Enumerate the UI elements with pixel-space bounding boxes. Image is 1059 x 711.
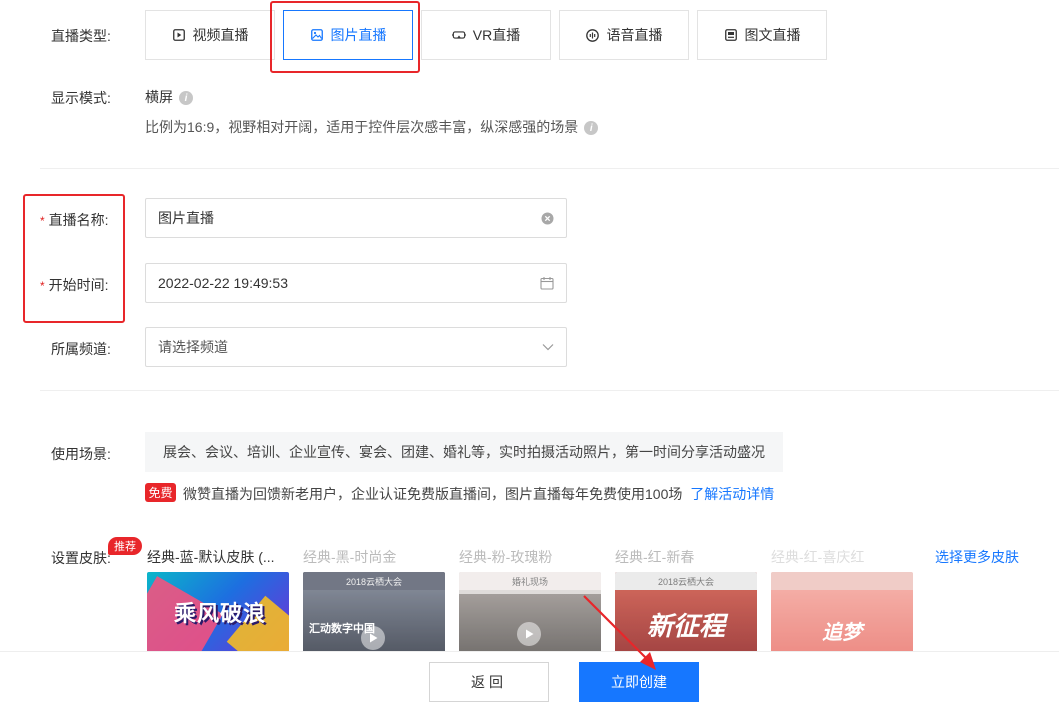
start-time-value: 2022-02-22 19:49:53 [158,275,288,291]
type-option-vr[interactable]: VR直播 [421,10,551,60]
display-mode-label: 显示模式: [51,90,111,106]
skin-title[interactable]: 经典-红-新春 [615,547,694,567]
highlight-box-required-fields [23,194,125,323]
vr-headset-icon [451,28,466,42]
display-mode-description: 比例为16:9，视野相对开阔，适用于控件层次感丰富，纵深感强的场景 [145,119,579,135]
annotation-arrow-icon [583,595,656,670]
calendar-icon[interactable] [540,276,554,290]
type-option-label: 视频直播 [192,27,249,43]
free-badge: 免费 [145,483,176,502]
more-skins-link[interactable]: 选择更多皮肤 [935,547,1019,567]
skin-thumb-text: 乘风破浪 [173,601,266,626]
skin-title[interactable]: 经典-黑-时尚金 [303,547,396,567]
promo-row: 微赞直播为回馈新老用户，企业认证免费版直播间，图片直播每年免费使用100场 了解… [183,484,774,504]
type-option-label: 图文直播 [744,27,801,43]
skin-thumb-header [771,572,913,590]
live-type-label: 直播类型: [51,28,111,44]
type-option-label: 语音直播 [606,27,663,43]
highlight-box-live-type [270,1,420,73]
skin-thumb-text: 追梦 [822,622,862,644]
scene-description: 展会、会议、培训、企业宣传、宴会、团建、婚礼等，实时拍摄活动照片，第一时间分享活… [145,432,783,472]
display-mode-description-row: 比例为16:9，视野相对开阔，适用于控件层次感丰富，纵深感强的场景 i [145,117,599,137]
skin-thumb-header: 2018云栖大会 [615,572,757,590]
section-divider [40,390,1059,391]
activity-details-link[interactable]: 了解活动详情 [690,486,774,502]
play-icon [361,626,385,650]
section-divider [40,168,1059,169]
scene-label: 使用场景: [51,446,111,462]
video-play-icon [172,28,186,42]
skin-title[interactable]: 经典-红-喜庆红 [771,547,864,567]
info-icon[interactable]: i [179,91,193,106]
skin-thumb-blue[interactable]: 乘风破浪 [147,572,289,662]
display-mode-value-row: 横屏 i [145,87,193,107]
clear-icon[interactable] [541,212,554,225]
recommend-badge: 推荐 [108,537,142,555]
display-mode-value: 横屏 [145,89,173,105]
start-time-input[interactable]: 2022-02-22 19:49:53 [145,263,567,303]
type-option-audio[interactable]: 语音直播 [559,10,689,60]
type-option-image-text[interactable]: 图文直播 [697,10,827,60]
chevron-down-icon [542,343,554,351]
skin-title[interactable]: 经典-蓝-默认皮肤 (... [147,547,275,567]
promo-text: 微赞直播为回馈新老用户，企业认证免费版直播间，图片直播每年免费使用100场 [183,486,683,502]
live-name-input[interactable]: 图片直播 [145,198,567,238]
info-icon[interactable]: i [584,121,599,136]
scene-text: 展会、会议、培训、企业宣传、宴会、团建、婚礼等，实时拍摄活动照片，第一时间分享活… [163,444,765,460]
skin-thumb-header: 2018云栖大会 [303,572,445,590]
skin-label: 设置皮肤: [51,550,111,566]
image-text-icon [724,28,738,42]
back-button[interactable]: 返回 [429,662,549,702]
type-option-label: VR直播 [472,27,521,43]
play-icon [517,622,541,646]
channel-select[interactable]: 请选择频道 [145,327,567,367]
channel-placeholder: 请选择频道 [158,339,228,355]
skin-title[interactable]: 经典-粉-玫瑰粉 [459,547,552,567]
channel-label: 所属频道: [51,341,111,357]
microphone-icon [586,28,600,42]
type-option-video[interactable]: 视频直播 [145,10,275,60]
skin-thumb-black[interactable]: 2018云栖大会 汇动数字中国 [303,572,445,662]
skin-thumb-festive[interactable]: 追梦 [771,572,913,662]
live-name-value: 图片直播 [158,210,214,226]
skin-thumb-header: 婚礼现场 [459,572,601,590]
